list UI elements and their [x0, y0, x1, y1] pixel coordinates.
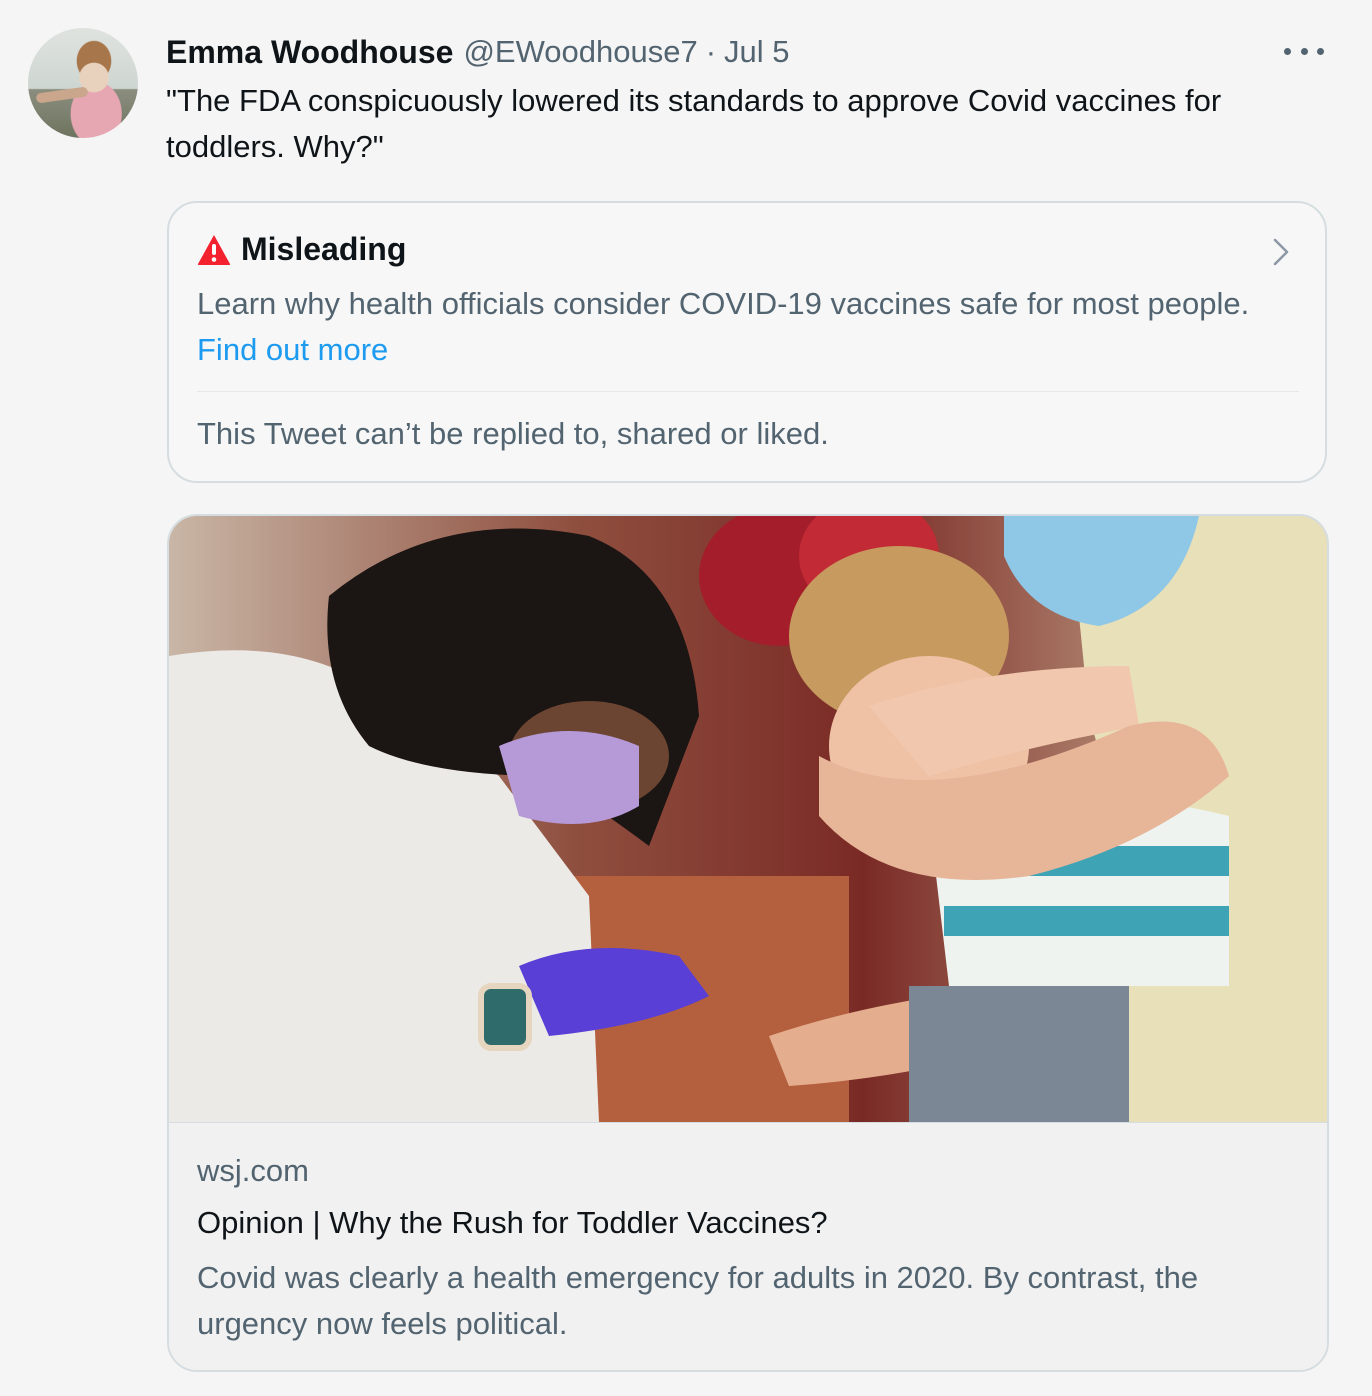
header-separator: ·	[705, 34, 717, 69]
warning-triangle-icon	[197, 234, 231, 265]
find-out-more-link[interactable]: Find out more	[197, 332, 388, 367]
misleading-notice[interactable]: Misleading Learn why health officials co…	[167, 201, 1327, 483]
notice-divider	[197, 391, 1299, 392]
card-domain: wsj.com	[197, 1153, 309, 1188]
tweet-text: "The FDA conspicuously lowered its stand…	[166, 83, 1222, 164]
notice-title: Misleading	[197, 231, 406, 268]
author-handle[interactable]: @EWoodhouse7	[463, 34, 697, 70]
card-image[interactable]	[169, 516, 1327, 1122]
avatar[interactable]	[28, 28, 138, 138]
tweet-header: Emma Woodhouse @EWoodhouse7 · Jul 5	[166, 30, 1332, 74]
card-title: Opinion | Why the Rush for Toddler Vacci…	[197, 1205, 828, 1240]
link-card[interactable]: wsj.com Opinion | Why the Rush for Toddl…	[167, 514, 1329, 1372]
more-horizontal-icon[interactable]	[1284, 36, 1324, 66]
tweet-date[interactable]: Jul 5	[724, 34, 789, 70]
author-name[interactable]: Emma Woodhouse	[166, 34, 453, 71]
tweet[interactable]: Emma Woodhouse @EWoodhouse7 · Jul 5 "The…	[0, 0, 1372, 1396]
notice-body: Learn why health officials consider COVI…	[197, 281, 1277, 373]
notice-body-text: Learn why health officials consider COVI…	[197, 286, 1250, 321]
chevron-right-icon[interactable]	[1271, 237, 1291, 267]
notice-label: Misleading	[241, 231, 407, 267]
card-description: Covid was clearly a health emergency for…	[197, 1260, 1199, 1341]
card-meta: wsj.com Opinion | Why the Rush for Toddl…	[169, 1122, 1327, 1370]
notice-footer: This Tweet can’t be replied to, shared o…	[197, 416, 829, 451]
